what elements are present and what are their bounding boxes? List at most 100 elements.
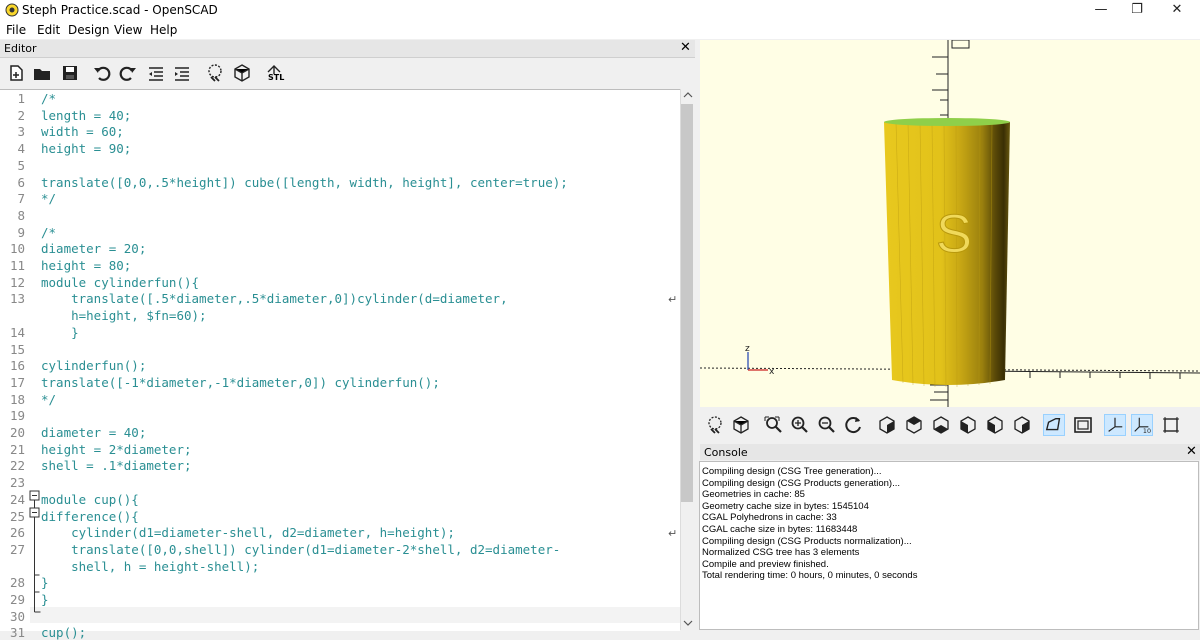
view-top-icon[interactable] [903,414,925,436]
code-line: translate([0,0,shell]) cylinder(d1=diame… [41,541,561,557]
preview-icon[interactable] [205,63,225,83]
console-close-button[interactable]: ✕ [1186,444,1197,459]
view-right-icon[interactable] [876,414,898,436]
editor-scroll-thumb[interactable] [681,104,693,502]
menu-bar: File Edit Design View Help [0,21,1200,39]
svg-text:10: 10 [1143,428,1151,435]
line-number: 31 [9,625,25,640]
code-line: shell = .1*diameter; [41,458,192,474]
line-number: 28 [9,575,25,591]
stl-label: STL [268,73,285,82]
code-line: height = 80; [41,258,132,273]
code-line: translate([0,0,.5*height]) cube([length,… [41,174,568,190]
code-line: height = 90; [41,141,132,157]
render-icon[interactable] [232,63,252,83]
window-title: Steph Practice.scad - OpenSCAD [22,3,218,17]
code-line: } [41,575,49,591]
view-back-icon[interactable] [1011,414,1033,436]
line-number: 2 [17,107,25,123]
line-number: 26 [9,525,25,541]
zoom-all-icon[interactable] [762,414,784,436]
menu-view[interactable]: View [114,23,142,37]
unindent-icon[interactable] [146,63,166,83]
editor-panel-header: Editor ✕ [0,40,695,58]
line-number: 25 [9,508,25,524]
zoom-out-icon[interactable] [816,414,838,436]
show-edges-icon[interactable] [1160,414,1182,436]
code-line: translate([-1*diameter,-1*diameter,0]) c… [41,374,440,390]
indent-icon[interactable] [172,63,192,83]
view-left-icon[interactable] [957,414,979,436]
perspective-icon[interactable] [1043,414,1065,436]
current-line-highlight [30,607,680,623]
menu-edit[interactable]: Edit [37,23,60,37]
line-number: 21 [9,441,25,457]
preview-icon[interactable] [704,414,726,436]
line-number: 3 [17,124,25,140]
menu-design[interactable]: Design [68,23,109,37]
axes-indicator: z x [745,344,775,377]
wrap-marker-icon: ↵ [668,293,678,307]
code-line: */ [41,191,57,207]
line-number: 5 [17,157,25,173]
console-line: Compile and preview finished. [702,558,829,570]
code-line: translate([.5*diameter,.5*diameter,0])cy… [41,291,508,307]
code-line: length = 40; [41,107,132,123]
zoom-in-icon[interactable] [789,414,811,436]
line-number: 20 [9,425,25,440]
show-axes-icon[interactable] [1104,414,1126,436]
redo-icon[interactable] [118,63,138,83]
line-number: 15 [9,341,25,357]
wrap-marker-icon: ↵ [668,527,678,541]
code-line: module cup(){ [41,491,139,507]
render-icon[interactable] [730,414,752,436]
line-number: 30 [9,608,25,624]
console-title: Console [704,446,748,459]
line-number: 10 [9,241,25,257]
code-line: /* [41,224,57,240]
svg-text:x: x [769,367,775,377]
line-number: 27 [9,541,25,557]
openscad-logo-icon [5,3,19,17]
console-line: Total rendering time: 0 hours, 0 minutes… [702,570,918,582]
cup-rim [884,118,1010,126]
menu-file[interactable]: File [6,23,26,37]
code-line: cylinder(d1=diameter-shell, d2=diameter,… [41,525,455,541]
code-line: cylinderfun(); [41,358,147,374]
line-number: 29 [9,592,25,607]
undo-icon[interactable] [92,63,112,83]
code-line: diameter = 20; [41,241,147,257]
menu-help[interactable]: Help [150,23,177,37]
console-line: Geometries in cache: 85 [702,489,805,501]
code-line: shell, h = height-shell); [41,558,260,574]
view-toolbar: 10 [700,407,1200,443]
engraved-letter: S [936,204,972,264]
3d-viewport[interactable]: S z x [700,40,1200,407]
orthogonal-icon[interactable] [1072,414,1094,436]
console-line: Compiling design (CSG Products generatio… [702,477,901,489]
line-number: 23 [9,475,25,491]
close-window-button[interactable]: ✕ [1154,0,1200,21]
scroll-up-icon[interactable] [683,91,693,99]
reset-view-icon[interactable] [843,414,865,436]
scroll-down-icon[interactable] [683,619,693,627]
line-number: 4 [17,141,25,157]
code-line: cup(); [41,625,87,640]
console-panel-header [700,444,1200,460]
line-number: 16 [9,358,25,374]
editor-close-button[interactable]: ✕ [680,40,691,55]
line-number: 11 [9,258,25,273]
new-icon[interactable] [6,63,26,83]
code-line: difference(){ [41,508,139,524]
code-line: module cylinderfun(){ [41,274,200,290]
code-line: } [41,324,79,340]
view-front-icon[interactable] [984,414,1006,436]
save-icon[interactable] [60,63,80,83]
show-scale-icon[interactable]: 10 [1131,414,1153,436]
console-line: CGAL Polyhedrons in cache: 33 [702,512,837,524]
code-editor[interactable]: 1 2 3 4 5 6 7 8 9 10 11 12 13 14 15 16 17 18 19 20 21 22 23 24 2… [0,89,680,640]
code-line: width = 60; [41,124,124,140]
view-bottom-icon[interactable] [930,414,952,436]
code-line: /* [41,91,57,106]
open-icon[interactable] [32,63,52,83]
